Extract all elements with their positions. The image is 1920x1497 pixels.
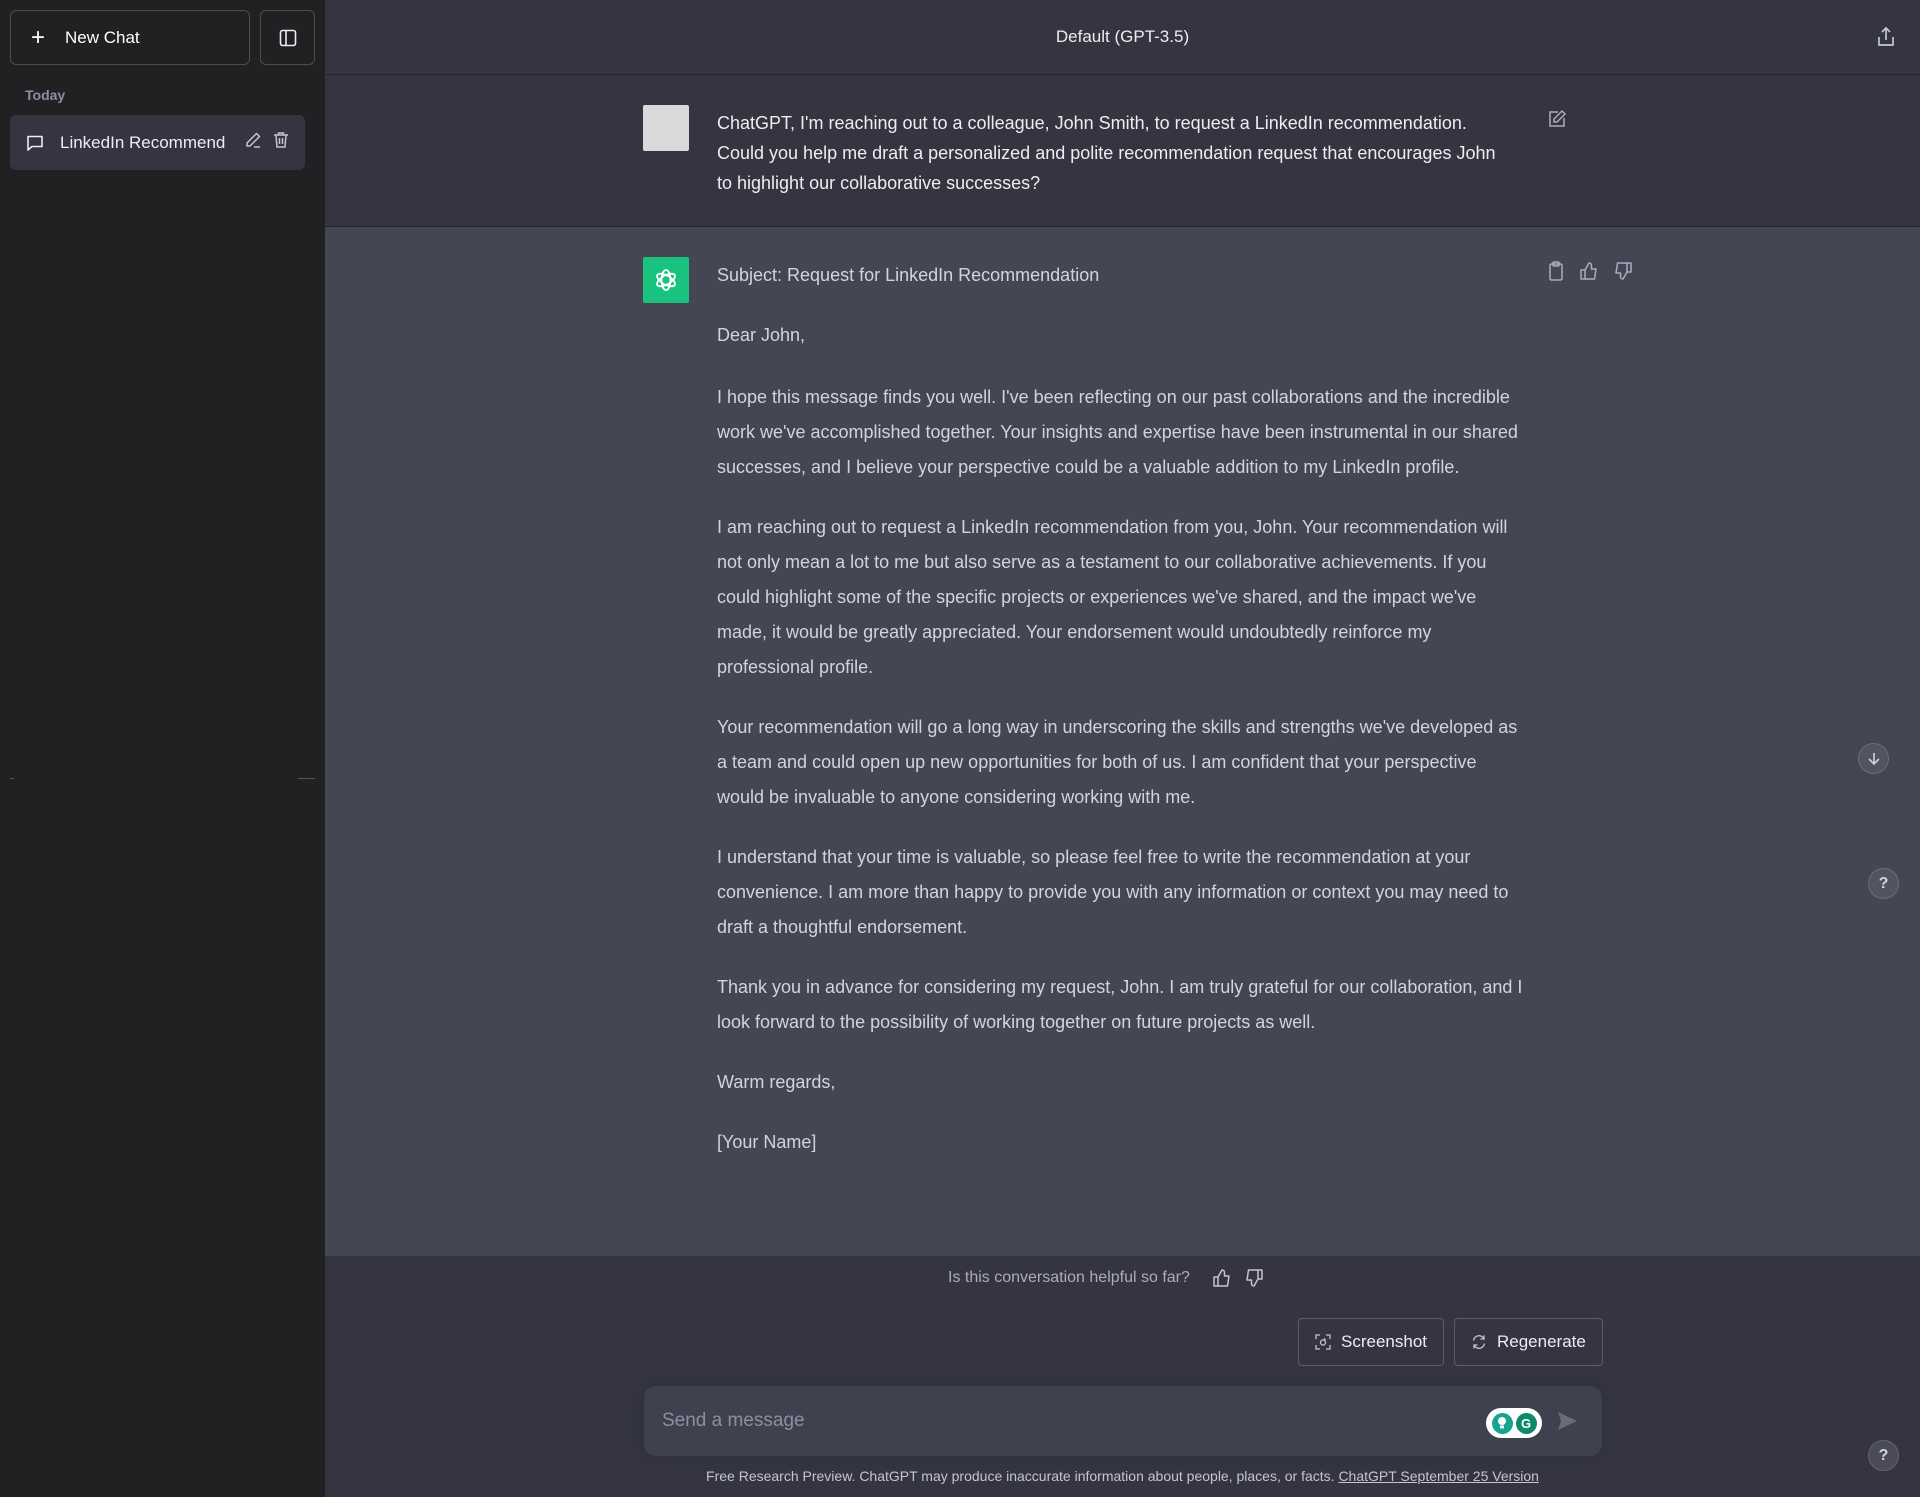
chatgpt-avatar [643, 257, 689, 303]
thumbs-up-icon [1213, 1269, 1230, 1287]
screenshot-button[interactable]: Screenshot [1298, 1318, 1444, 1366]
new-chat-button[interactable]: + New Chat [10, 10, 250, 65]
openai-logo-icon [656, 269, 676, 291]
sidebar: + New Chat Today LinkedIn Recommend [0, 0, 325, 1497]
thumbs-down-icon [1615, 262, 1632, 280]
question-mark-icon: ? [1878, 1446, 1889, 1464]
grammarly-icon: G [1515, 1412, 1537, 1434]
assistant-paragraph: I understand that your time is valuable,… [717, 847, 1509, 937]
assistant-message: Subject: Request for LinkedIn Recommenda… [325, 227, 1920, 1256]
edit-chat-title-button[interactable] [244, 131, 262, 154]
arrow-down-icon [1867, 752, 1880, 765]
thumbs-up-icon [1580, 262, 1597, 280]
screenshot-label: Screenshot [1341, 1332, 1427, 1351]
scroll-to-bottom-button[interactable] [1858, 743, 1889, 774]
assistant-message-text: Subject: Request for LinkedIn Recommenda… [717, 260, 1527, 1185]
sidebar-divider [298, 778, 315, 779]
sidebar-panel-icon [279, 29, 296, 46]
thumbs-down-icon [1246, 1269, 1263, 1287]
edit-icon [1549, 109, 1567, 127]
sidebar-chat-item[interactable]: LinkedIn Recommend [10, 115, 305, 170]
version-link[interactable]: ChatGPT September 25 Version [1338, 1468, 1539, 1484]
help-button[interactable]: ? [1868, 868, 1899, 899]
feedback-thumbs-down-button[interactable] [1244, 1268, 1264, 1288]
message-actions [1547, 261, 1633, 281]
question-mark-icon: ? [1878, 874, 1889, 892]
assistant-paragraph: Your recommendation will go a long way i… [717, 717, 1518, 807]
clipboard-icon [1549, 261, 1563, 281]
assistant-paragraph: [Your Name] [717, 1132, 817, 1152]
send-icon [1558, 1412, 1577, 1430]
regenerate-label: Regenerate [1497, 1332, 1586, 1351]
thumbs-down-button[interactable] [1613, 261, 1633, 281]
feedback-thumbs-up-button[interactable] [1212, 1268, 1232, 1288]
footer-disclaimer: Free Research Preview. ChatGPT may produ… [325, 1468, 1920, 1484]
share-button[interactable] [1876, 26, 1896, 53]
model-title: Default (GPT-3.5) [1055, 27, 1190, 46]
message-composer: G [644, 1386, 1602, 1456]
thumbs-up-button[interactable] [1579, 261, 1599, 281]
assistant-paragraph: Dear John, [717, 325, 806, 345]
feedback-question: Is this conversation helpful so far? [948, 1269, 1190, 1286]
assistant-paragraph: Thank you in advance for considering my … [717, 977, 1523, 1032]
help-button-bottom[interactable]: ? [1868, 1440, 1899, 1471]
user-message: ChatGPT, I'm reaching out to a colleague… [325, 75, 1920, 227]
sidebar-divider [10, 778, 14, 779]
share-icon [1878, 26, 1894, 46]
lightbulb-icon [1491, 1412, 1513, 1434]
disclaimer-text: Free Research Preview. ChatGPT may produ… [706, 1468, 1339, 1484]
assistant-paragraph: Warm regards, [717, 1072, 836, 1092]
trash-icon [274, 132, 288, 148]
user-avatar [643, 105, 689, 151]
assistant-paragraph: I hope this message finds you well. I've… [717, 387, 1518, 477]
send-button[interactable] [1556, 1410, 1578, 1437]
extension-badge[interactable]: G [1486, 1408, 1542, 1438]
new-chat-label: New Chat [65, 27, 140, 47]
edit-message-button[interactable] [1547, 109, 1567, 134]
conversation-feedback: Is this conversation helpful so far? [948, 1268, 1264, 1288]
regenerate-button[interactable]: Regenerate [1454, 1318, 1603, 1366]
toggle-sidebar-button[interactable] [260, 10, 315, 65]
message-input[interactable] [662, 1386, 1462, 1456]
plus-icon: + [30, 23, 45, 51]
assistant-paragraph: I am reaching out to request a LinkedIn … [717, 517, 1508, 677]
assistant-paragraph: Subject: Request for LinkedIn Recommenda… [717, 265, 1100, 285]
section-label-today: Today [25, 87, 66, 103]
chat-header: Default (GPT-3.5) [325, 0, 1920, 75]
delete-chat-button[interactable] [272, 131, 290, 154]
chat-item-label: LinkedIn Recommend [60, 132, 226, 152]
screenshot-icon [1315, 1334, 1331, 1350]
user-message-text: ChatGPT, I'm reaching out to a colleague… [717, 113, 1496, 193]
pencil-icon [246, 132, 261, 148]
chat-bubble-icon [27, 135, 43, 151]
copy-button[interactable] [1547, 261, 1565, 281]
refresh-icon [1472, 1335, 1486, 1349]
